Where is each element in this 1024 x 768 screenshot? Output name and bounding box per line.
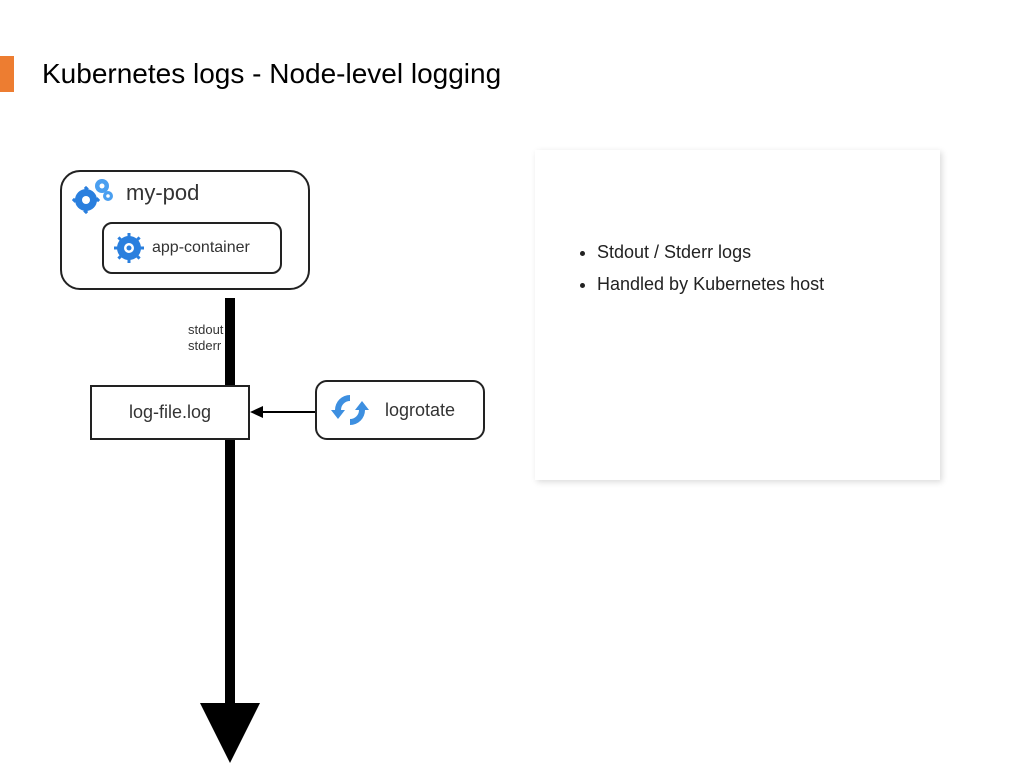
list-item: Stdout / Stderr logs [597, 240, 910, 264]
logfile-label: log-file.log [129, 402, 211, 423]
logfile-box: log-file.log [90, 385, 250, 440]
slide-title: Kubernetes logs - Node-level logging [42, 58, 501, 90]
pod-label: my-pod [126, 180, 199, 206]
text-panel: Stdout / Stderr logs Handled by Kubernet… [535, 150, 940, 480]
logrotate-box: logrotate [315, 380, 485, 440]
arrow-stdout-stderr-label: stdout stderr [188, 322, 223, 353]
cycle-icon [329, 389, 371, 431]
logrotate-label: logrotate [385, 400, 455, 421]
stderr-text: stderr [188, 338, 223, 354]
gear-icon [114, 233, 144, 263]
gears-icon [72, 178, 118, 214]
list-item: Handled by Kubernetes host [597, 272, 910, 296]
container-label: app-container [152, 239, 250, 257]
arrow-left-icon [250, 402, 315, 422]
bullet-list: Stdout / Stderr logs Handled by Kubernet… [575, 240, 910, 297]
accent-bar [0, 56, 14, 92]
stdout-text: stdout [188, 322, 223, 338]
pod-box: my-pod [60, 170, 310, 290]
diagram: my-pod [60, 170, 490, 470]
container-box: app-container [102, 222, 282, 274]
